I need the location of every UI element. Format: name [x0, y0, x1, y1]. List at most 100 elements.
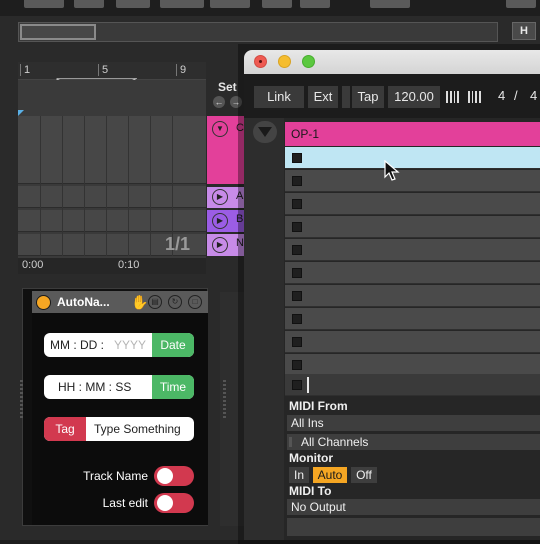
control-fragment[interactable]	[506, 0, 536, 8]
stop-icon[interactable]: ▼	[212, 121, 228, 137]
signature-denominator[interactable]: 4	[530, 88, 537, 103]
ruler-tick	[98, 64, 99, 76]
drag-handle[interactable]	[223, 380, 226, 420]
stop-icon[interactable]	[292, 360, 302, 370]
time-placeholder: HH : MM : SS	[58, 380, 132, 394]
midi-from-select[interactable]: All Ins	[287, 415, 540, 431]
arrangement-lane[interactable]	[18, 186, 206, 208]
midi-to-channel-select[interactable]	[287, 518, 540, 536]
clip-slot[interactable]	[285, 308, 540, 330]
set-label[interactable]: Set	[218, 80, 237, 94]
monitor-in-button[interactable]: In	[289, 467, 309, 483]
clip-slot[interactable]	[285, 354, 540, 376]
ruler-tick	[176, 64, 177, 76]
toggle-knob	[157, 495, 173, 511]
tempo-field[interactable]: 120.00	[388, 86, 440, 108]
top-control-strip	[0, 0, 540, 16]
clip-slot[interactable]	[285, 216, 540, 238]
grid-line	[40, 116, 41, 256]
signature-numerator[interactable]: 4	[498, 88, 505, 103]
time-button[interactable]: Time	[152, 375, 194, 399]
midi-channel-select[interactable]: All Channels	[287, 434, 540, 450]
clip-slot[interactable]	[285, 262, 540, 284]
track-name-label: Track Name	[83, 469, 148, 483]
clip-slot[interactable]	[285, 193, 540, 215]
stop-all-icon[interactable]	[292, 380, 302, 390]
track-header[interactable]: OP-1	[285, 122, 540, 146]
bar-number: 5	[102, 64, 109, 76]
play-icon[interactable]: ▶	[212, 237, 228, 253]
grid-line	[84, 116, 85, 256]
stop-icon[interactable]	[292, 153, 302, 163]
minimize-icon[interactable]	[278, 55, 291, 68]
device-power-icon[interactable]	[36, 295, 51, 310]
control-fragment[interactable]	[24, 0, 64, 8]
close-icon[interactable]	[254, 55, 267, 68]
arrangement-lane[interactable]	[18, 210, 206, 232]
track-name-toggle[interactable]	[154, 466, 194, 486]
maximize-icon[interactable]	[302, 55, 315, 68]
time-field[interactable]: HH : MM : SS Time	[44, 375, 194, 399]
play-icon[interactable]: ▶	[212, 189, 228, 205]
stop-icon[interactable]	[292, 176, 302, 186]
stop-icon[interactable]	[292, 314, 302, 324]
clip-ratio: 1/1	[165, 234, 191, 254]
device-title: AutoNa...	[57, 295, 110, 309]
ext-button[interactable]: Ext	[308, 86, 338, 108]
control-fragment[interactable]	[74, 0, 104, 8]
clip-slot[interactable]	[285, 331, 540, 353]
monitor-off-button[interactable]: Off	[351, 467, 377, 483]
stop-icon[interactable]	[292, 337, 302, 347]
refresh-icon[interactable]: ↻	[168, 295, 182, 309]
drag-handle[interactable]	[20, 380, 23, 420]
midi-to-select[interactable]: No Output	[287, 499, 540, 515]
clip-slot[interactable]	[285, 285, 540, 307]
date-field[interactable]: MM : DD : YYYY Date	[44, 333, 194, 357]
toggle-knob	[157, 468, 173, 484]
control-fragment[interactable]	[160, 0, 204, 8]
monitor-auto-button[interactable]: Auto	[313, 467, 347, 483]
save-icon[interactable]: □	[188, 295, 202, 309]
stop-icon[interactable]	[292, 291, 302, 301]
overview-h-button[interactable]: H	[512, 22, 536, 40]
time-label: 0:10	[118, 259, 140, 271]
control-fragment[interactable]	[370, 0, 410, 8]
ext-toggle[interactable]	[342, 86, 350, 108]
play-icon[interactable]: ▶	[212, 213, 228, 229]
clip-slot-selected[interactable]	[285, 147, 540, 169]
nudge-icon[interactable]	[446, 90, 486, 104]
tap-button[interactable]: Tap	[352, 86, 384, 108]
device-body: MM : DD : YYYY Date HH : MM : SS Time Ta…	[32, 313, 208, 525]
grid-line	[106, 116, 107, 256]
control-fragment[interactable]	[262, 0, 292, 8]
date-button[interactable]: Date	[152, 333, 194, 357]
time-ruler[interactable]	[18, 258, 206, 274]
arrangement-lane[interactable]	[18, 116, 206, 184]
tag-field[interactable]: Tag Type Something	[44, 417, 194, 441]
date-placeholder: MM : DD :	[50, 338, 104, 352]
mouse-cursor-icon	[384, 159, 400, 187]
control-fragment[interactable]	[116, 0, 150, 8]
map-icon[interactable]: ▤	[148, 295, 162, 309]
signature-separator: /	[514, 88, 518, 103]
master-stop-slot[interactable]	[285, 374, 540, 396]
clip-slot[interactable]	[285, 170, 540, 192]
hand-icon[interactable]: ✋	[131, 294, 148, 310]
bar-number: 9	[180, 64, 187, 76]
control-fragment[interactable]	[210, 0, 250, 8]
stop-icon[interactable]	[292, 222, 302, 232]
link-button[interactable]: Link	[254, 86, 304, 108]
tag-text[interactable]: Type Something	[94, 422, 181, 436]
stop-icon[interactable]	[292, 245, 302, 255]
overview-selection[interactable]	[20, 24, 96, 40]
stop-icon[interactable]	[292, 199, 302, 209]
stop-icon[interactable]	[292, 268, 302, 278]
time-label: 0:00	[22, 259, 44, 271]
control-fragment[interactable]	[300, 0, 330, 8]
tag-button[interactable]: Tag	[44, 417, 86, 441]
nav-left-icon[interactable]: ←	[213, 96, 225, 108]
last-edit-toggle[interactable]	[154, 493, 194, 513]
date-year-placeholder: YYYY	[114, 338, 147, 352]
clip-slot[interactable]	[285, 239, 540, 261]
midi-channel-value: All Channels	[301, 435, 369, 449]
